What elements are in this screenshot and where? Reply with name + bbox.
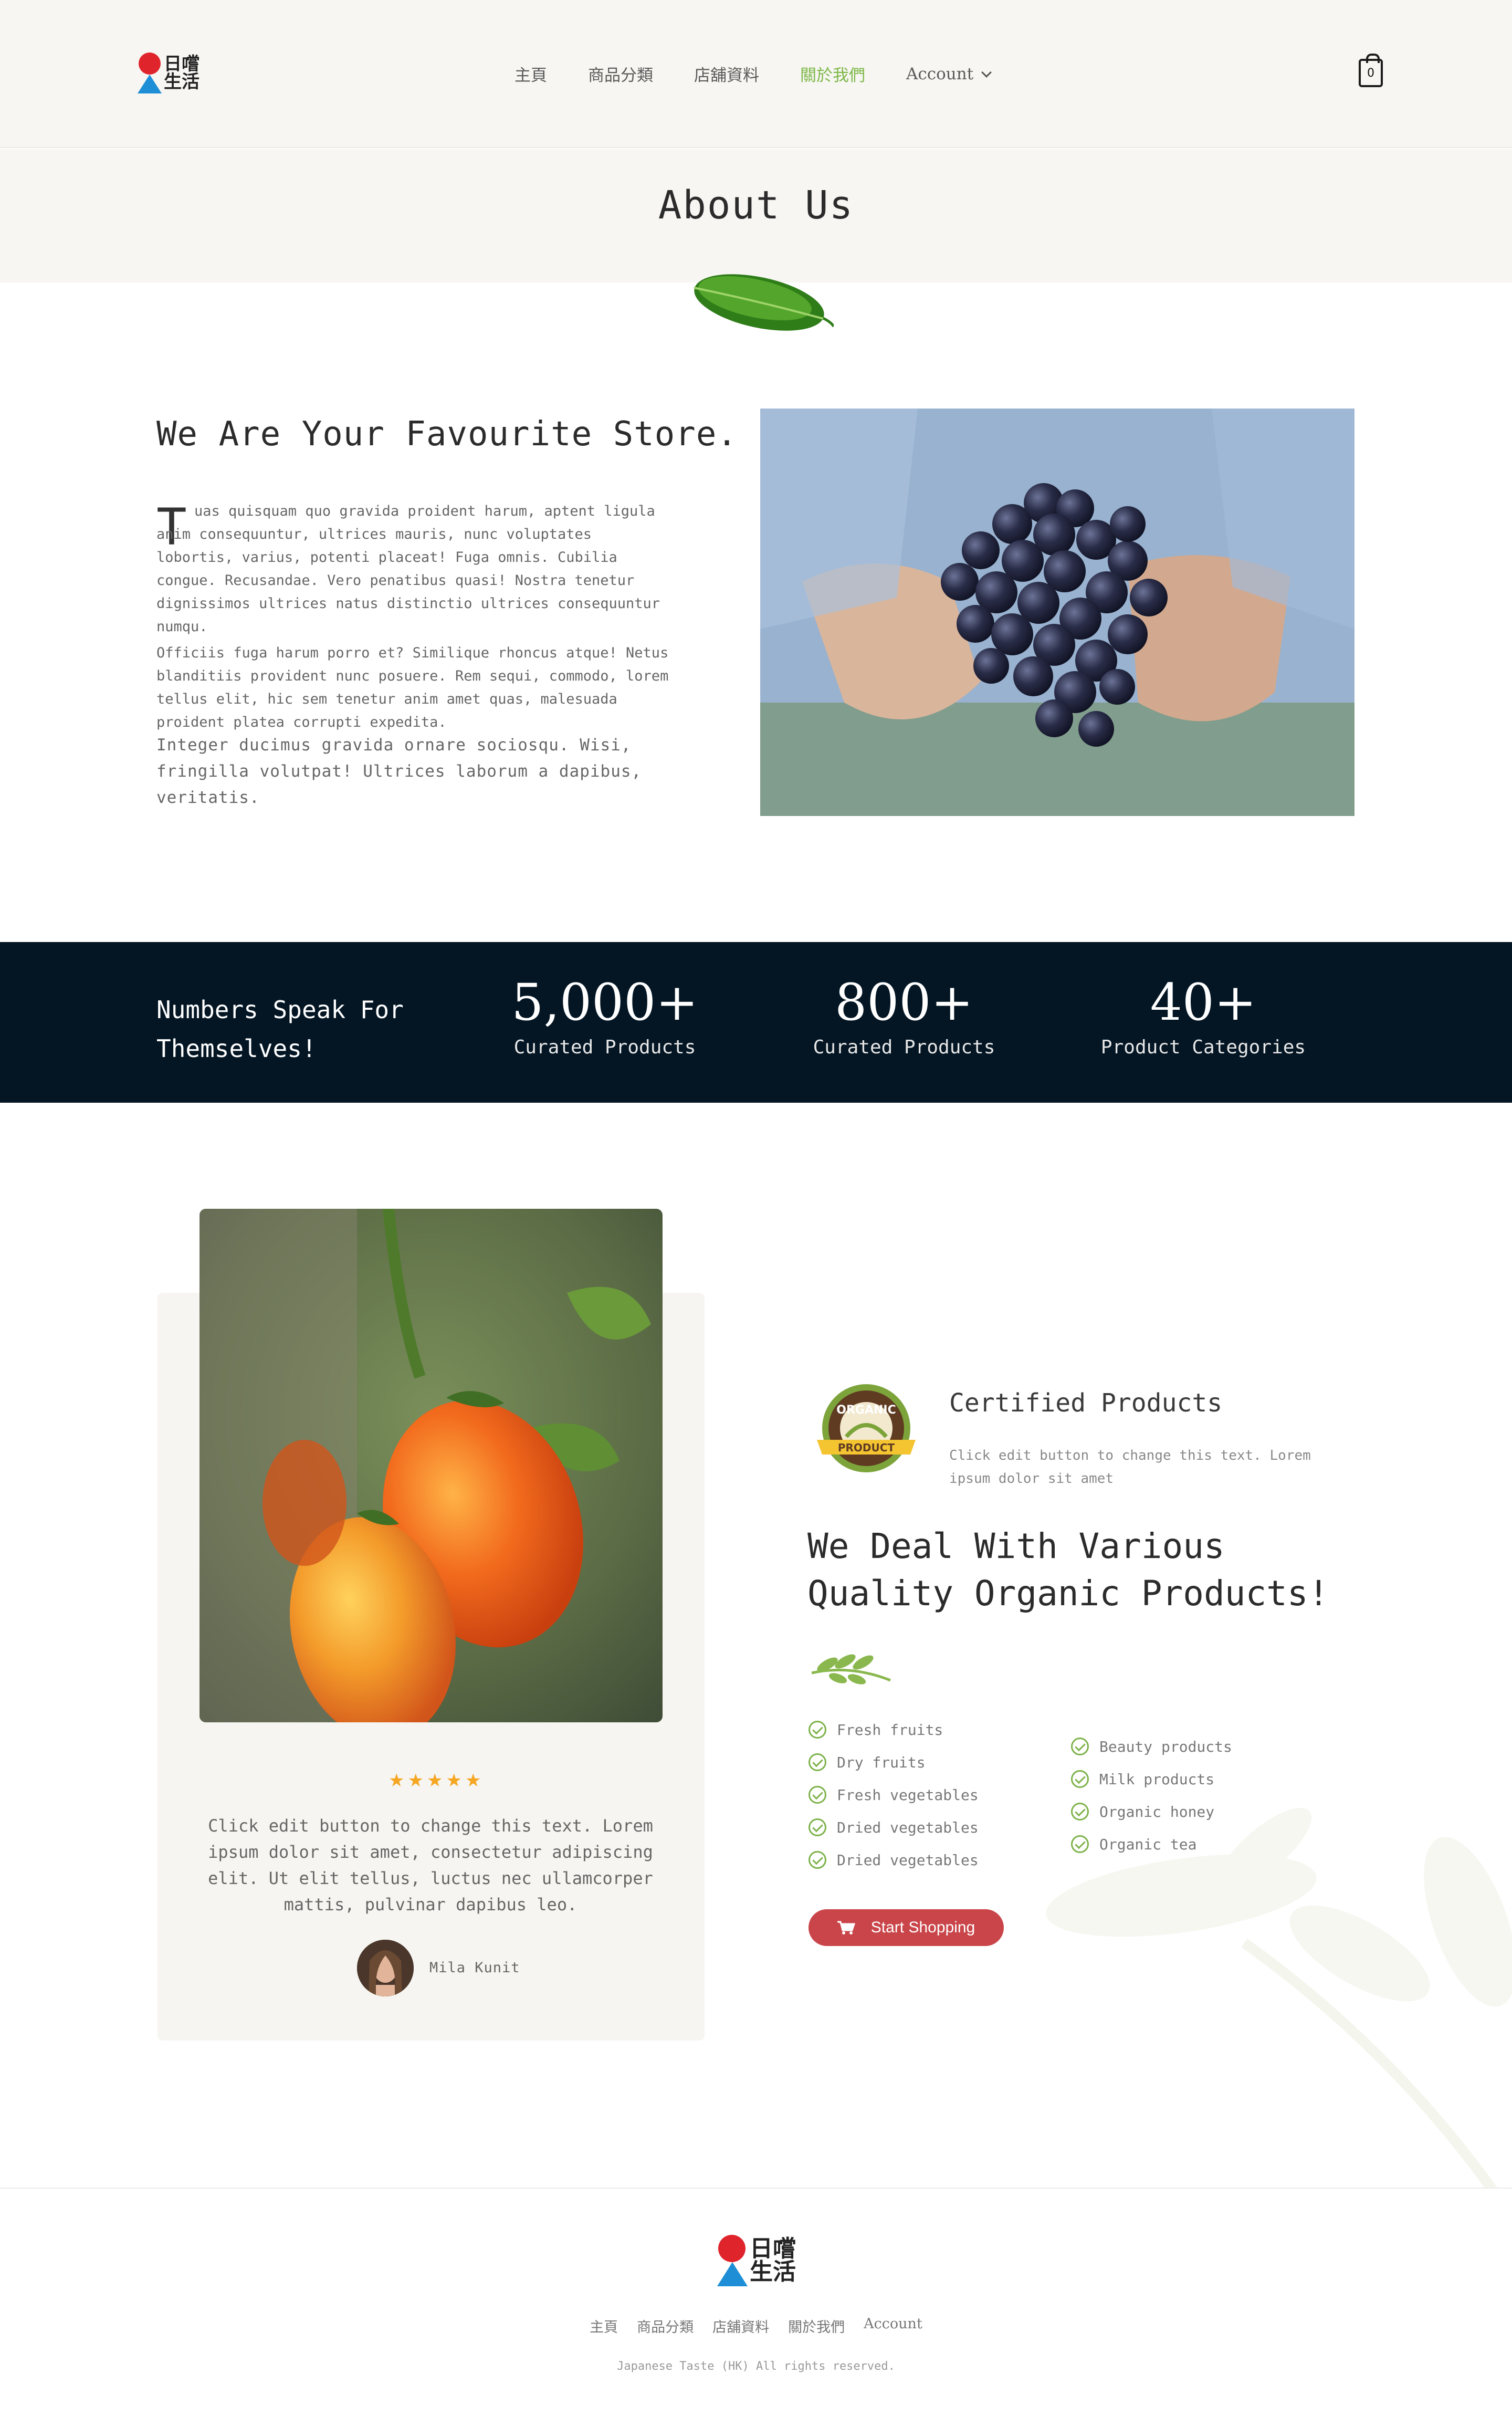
site-header: 日嚐 生活 主頁 商品分類 店舖資料 關於我們 Account 0 <box>0 0 1512 148</box>
avatar <box>357 1940 414 1996</box>
logo-text-line2: 生活 <box>750 2258 796 2285</box>
chevron-down-icon <box>981 67 992 78</box>
nav-item-store-info[interactable]: 店舖資料 <box>694 62 759 86</box>
stat-number: 40+ <box>1150 973 1257 1032</box>
about-paragraph-1: uas quisquam quo gravida proident harum,… <box>156 503 660 635</box>
page-hero: About Us <box>0 149 1512 283</box>
nav-item-about[interactable]: 關於我們 <box>800 62 865 86</box>
check-circle-icon <box>808 1753 826 1771</box>
stat-item: 800+ Curated Products <box>768 974 1041 1058</box>
badge-top-text: ORGANIC <box>836 1404 896 1417</box>
badge-bottom-text: PRODUCT <box>838 1441 895 1454</box>
check-circle-icon <box>808 1786 826 1804</box>
logo-text-line2: 生活 <box>164 71 200 92</box>
nav-item-home[interactable]: 主頁 <box>514 62 547 86</box>
about-paragraph-3: Integer ducimus gravida ornare sociosqu.… <box>156 736 642 807</box>
list-item-label: Dried vegetables <box>837 1818 979 1836</box>
logo-text-line1: 日嚐 <box>164 54 200 75</box>
footer-nav-about[interactable]: 關於我們 <box>788 2316 845 2336</box>
stat-label: Curated Products <box>513 1037 696 1058</box>
list-item: Dry fruits <box>808 1746 979 1779</box>
main-nav: 主頁 商品分類 店舖資料 關於我們 Account <box>514 62 992 86</box>
list-item: Dried vegetables <box>808 1811 979 1844</box>
star-icon: ★ <box>446 1770 462 1791</box>
site-footer: 日嚐 生活 主頁 商品分類 店舖資料 關於我們 Account Japanese… <box>0 2188 1512 2427</box>
start-shopping-label: Start Shopping <box>870 1919 975 1936</box>
cart-count: 0 <box>1367 66 1374 80</box>
certified-description: Click edit button to change this text. L… <box>949 1448 1311 1487</box>
certified-title: Certified Products <box>949 1388 1223 1418</box>
check-circle-icon <box>1071 1738 1089 1755</box>
list-item: Fresh vegetables <box>808 1779 979 1811</box>
list-item-label: Dried vegetables <box>837 1851 979 1869</box>
site-logo[interactable]: 日嚐 生活 <box>138 53 200 93</box>
list-item: Beauty products <box>1071 1730 1232 1763</box>
grapes-photo <box>760 409 1354 816</box>
list-item-label: Organic tea <box>1099 1835 1197 1853</box>
list-item-label: Beauty products <box>1099 1738 1232 1755</box>
stat-item: 40+ Product Categories <box>1067 974 1340 1058</box>
rating-stars: ★ ★ ★ ★ ★ <box>388 1772 481 1790</box>
list-item-label: Organic honey <box>1099 1803 1215 1821</box>
stats-lead: Numbers Speak For Themselves! <box>156 990 404 1068</box>
star-icon: ★ <box>407 1770 424 1791</box>
list-item: Dried vegetables <box>808 1844 979 1876</box>
stats-band: Numbers Speak For Themselves! 5,000+ Cur… <box>0 942 1512 1103</box>
check-circle-icon <box>1071 1803 1089 1821</box>
nav-item-categories[interactable]: 商品分類 <box>588 62 653 86</box>
star-icon: ★ <box>465 1770 481 1791</box>
list-item-label: Fresh fruits <box>837 1721 943 1739</box>
check-circle-icon <box>808 1851 826 1869</box>
check-circle-icon <box>808 1721 826 1739</box>
footer-nav-store-info[interactable]: 店舖資料 <box>712 2316 769 2336</box>
product-list-left: Fresh fruits Dry fruits Fresh vegetables… <box>808 1713 979 1876</box>
footer-nav-home[interactable]: 主頁 <box>590 2316 618 2336</box>
stat-label: Curated Products <box>813 1037 995 1058</box>
check-circle-icon <box>1071 1770 1089 1788</box>
check-circle-icon <box>1071 1835 1089 1853</box>
star-icon: ★ <box>426 1770 443 1791</box>
nav-item-account[interactable]: Account <box>906 64 992 83</box>
footer-nav-categories[interactable]: 商品分類 <box>637 2316 694 2336</box>
list-item: Milk products <box>1071 1763 1232 1795</box>
list-item-label: Milk products <box>1099 1770 1215 1788</box>
footer-nav-account[interactable]: Account <box>864 2316 922 2336</box>
stat-item: 5,000+ Curated Products <box>468 974 741 1058</box>
list-item: Fresh fruits <box>808 1713 979 1746</box>
stat-label: Product Categories <box>1100 1037 1306 1058</box>
start-shopping-button[interactable]: Start Shopping <box>808 1909 1004 1946</box>
stats-lead-line2: Themselves! <box>156 1034 317 1063</box>
star-icon: ★ <box>388 1770 405 1791</box>
shopping-cart-icon <box>837 1921 855 1934</box>
organic-badge-icon: ORGANIC PRODUCT <box>817 1384 916 1472</box>
check-circle-icon <box>808 1818 826 1836</box>
list-item-label: Dry fruits <box>837 1753 926 1771</box>
page-title: About Us <box>658 183 854 228</box>
list-item-label: Fresh vegetables <box>837 1786 979 1804</box>
stat-number: 5,000+ <box>511 973 698 1032</box>
logo-mark <box>138 53 162 93</box>
about-paragraph-2: Officiis fuga harum porro et? Similique … <box>156 645 669 730</box>
list-item: Organic tea <box>1071 1828 1232 1860</box>
logo-mark <box>717 2235 748 2286</box>
product-list-right: Beauty products Milk products Organic ho… <box>1071 1730 1232 1860</box>
leaf-icon <box>694 274 834 331</box>
logo-text-line1: 日嚐 <box>750 2235 796 2262</box>
about-heading: We Are Your Favourite Store. <box>156 415 738 454</box>
stats-lead-line1: Numbers Speak For <box>156 996 404 1024</box>
testimonial-author: Mila Kunit <box>429 1960 520 1976</box>
nav-item-account-label: Account <box>906 64 974 83</box>
list-item: Organic honey <box>1071 1795 1232 1828</box>
cart-button[interactable]: 0 <box>1359 54 1383 87</box>
footer-logo[interactable]: 日嚐 生活 <box>717 2235 796 2286</box>
sprig-icon <box>811 1654 891 1685</box>
footer-nav: 主頁 商品分類 店舖資料 關於我們 Account <box>0 2316 1512 2336</box>
testimonial-quote: Click edit button to change this text. L… <box>208 1816 653 1915</box>
tomato-photo <box>200 1209 663 1722</box>
stat-number: 800+ <box>835 973 973 1032</box>
deal-heading: We Deal With Various Quality Organic Pro… <box>807 1526 1329 1614</box>
copyright: Japanese Taste (HK) All rights reserved. <box>617 2360 895 2373</box>
